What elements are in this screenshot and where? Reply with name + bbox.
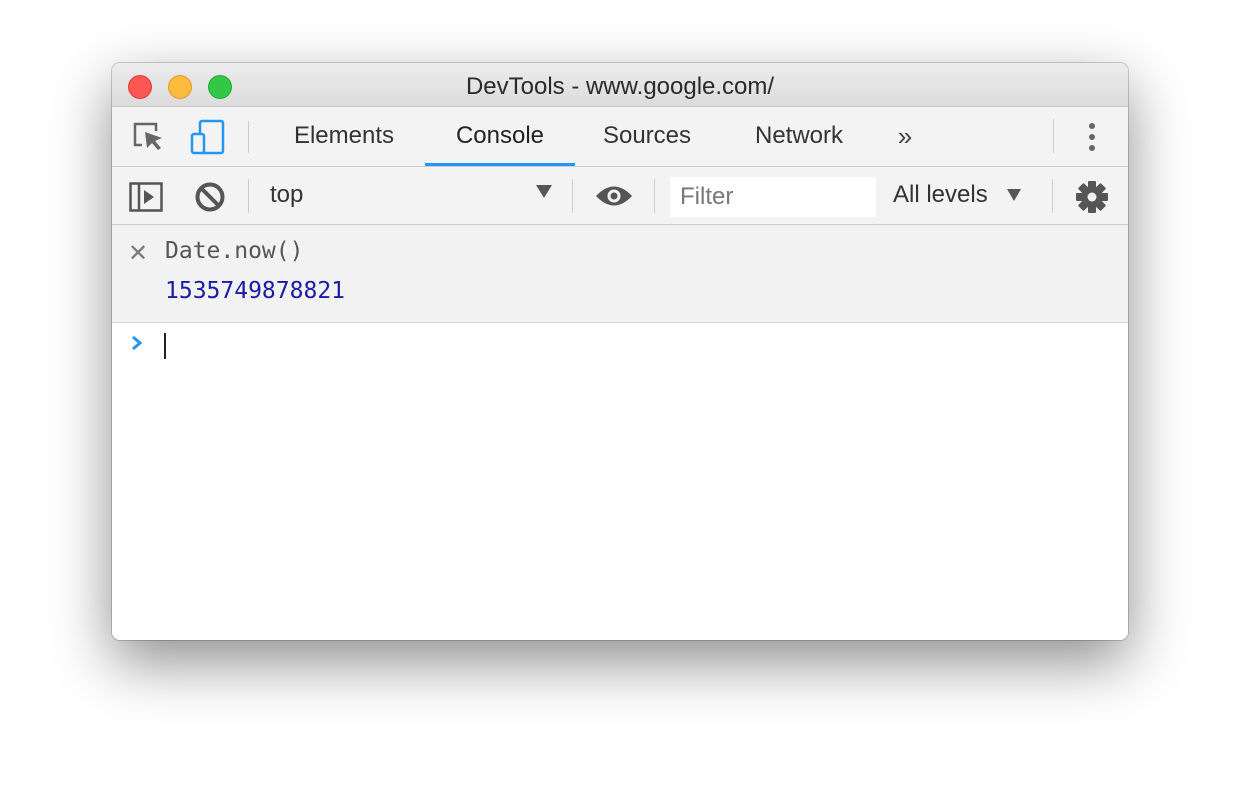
device-toolbar-icon[interactable]: [190, 119, 226, 160]
text-cursor: [164, 333, 166, 359]
inspect-element-icon[interactable]: [132, 121, 166, 158]
tab-network[interactable]: Network: [734, 107, 864, 166]
console-prompt[interactable]: [112, 323, 1128, 640]
show-sidebar-icon[interactable]: [129, 182, 163, 217]
panel-tab-bar: Elements Console Sources Network »: [112, 107, 1128, 167]
tab-sources[interactable]: Sources: [584, 107, 710, 166]
devtools-window: DevTools - www.google.com/ Elements Cons…: [112, 63, 1128, 640]
prompt-chevron-icon: [130, 333, 144, 358]
dropdown-arrow-icon: [1007, 189, 1021, 201]
dropdown-arrow-icon: [536, 185, 552, 198]
more-tabs-button[interactable]: »: [888, 107, 922, 166]
tab-console[interactable]: Console: [425, 107, 575, 166]
filter-input[interactable]: [670, 177, 876, 217]
console-command: Date.now(): [165, 238, 304, 264]
toolbar-divider: [1052, 179, 1053, 213]
toolbar-divider: [654, 179, 655, 213]
console-messages: ✕ Date.now() 1535749878821: [112, 225, 1128, 323]
context-selector-value: top: [270, 181, 304, 208]
toolbar-divider: [248, 179, 249, 213]
tab-elements[interactable]: Elements: [276, 107, 412, 166]
window-title: DevTools - www.google.com/: [465, 73, 775, 100]
toolbar-divider: [248, 121, 249, 153]
toolbar-divider: [572, 179, 573, 213]
title-bar: DevTools - www.google.com/: [112, 63, 1128, 107]
clear-console-icon[interactable]: [194, 181, 226, 218]
gear-icon[interactable]: [1075, 180, 1109, 219]
console-toolbar: top All levels: [112, 167, 1128, 225]
input-marker-icon: ✕: [128, 240, 149, 267]
toolbar-divider: [1053, 119, 1054, 153]
log-levels-value: All levels: [893, 181, 988, 208]
console-result: 1535749878821: [165, 278, 346, 304]
vertical-dots-icon[interactable]: [1088, 122, 1096, 159]
live-expression-eye-icon[interactable]: [595, 185, 633, 212]
